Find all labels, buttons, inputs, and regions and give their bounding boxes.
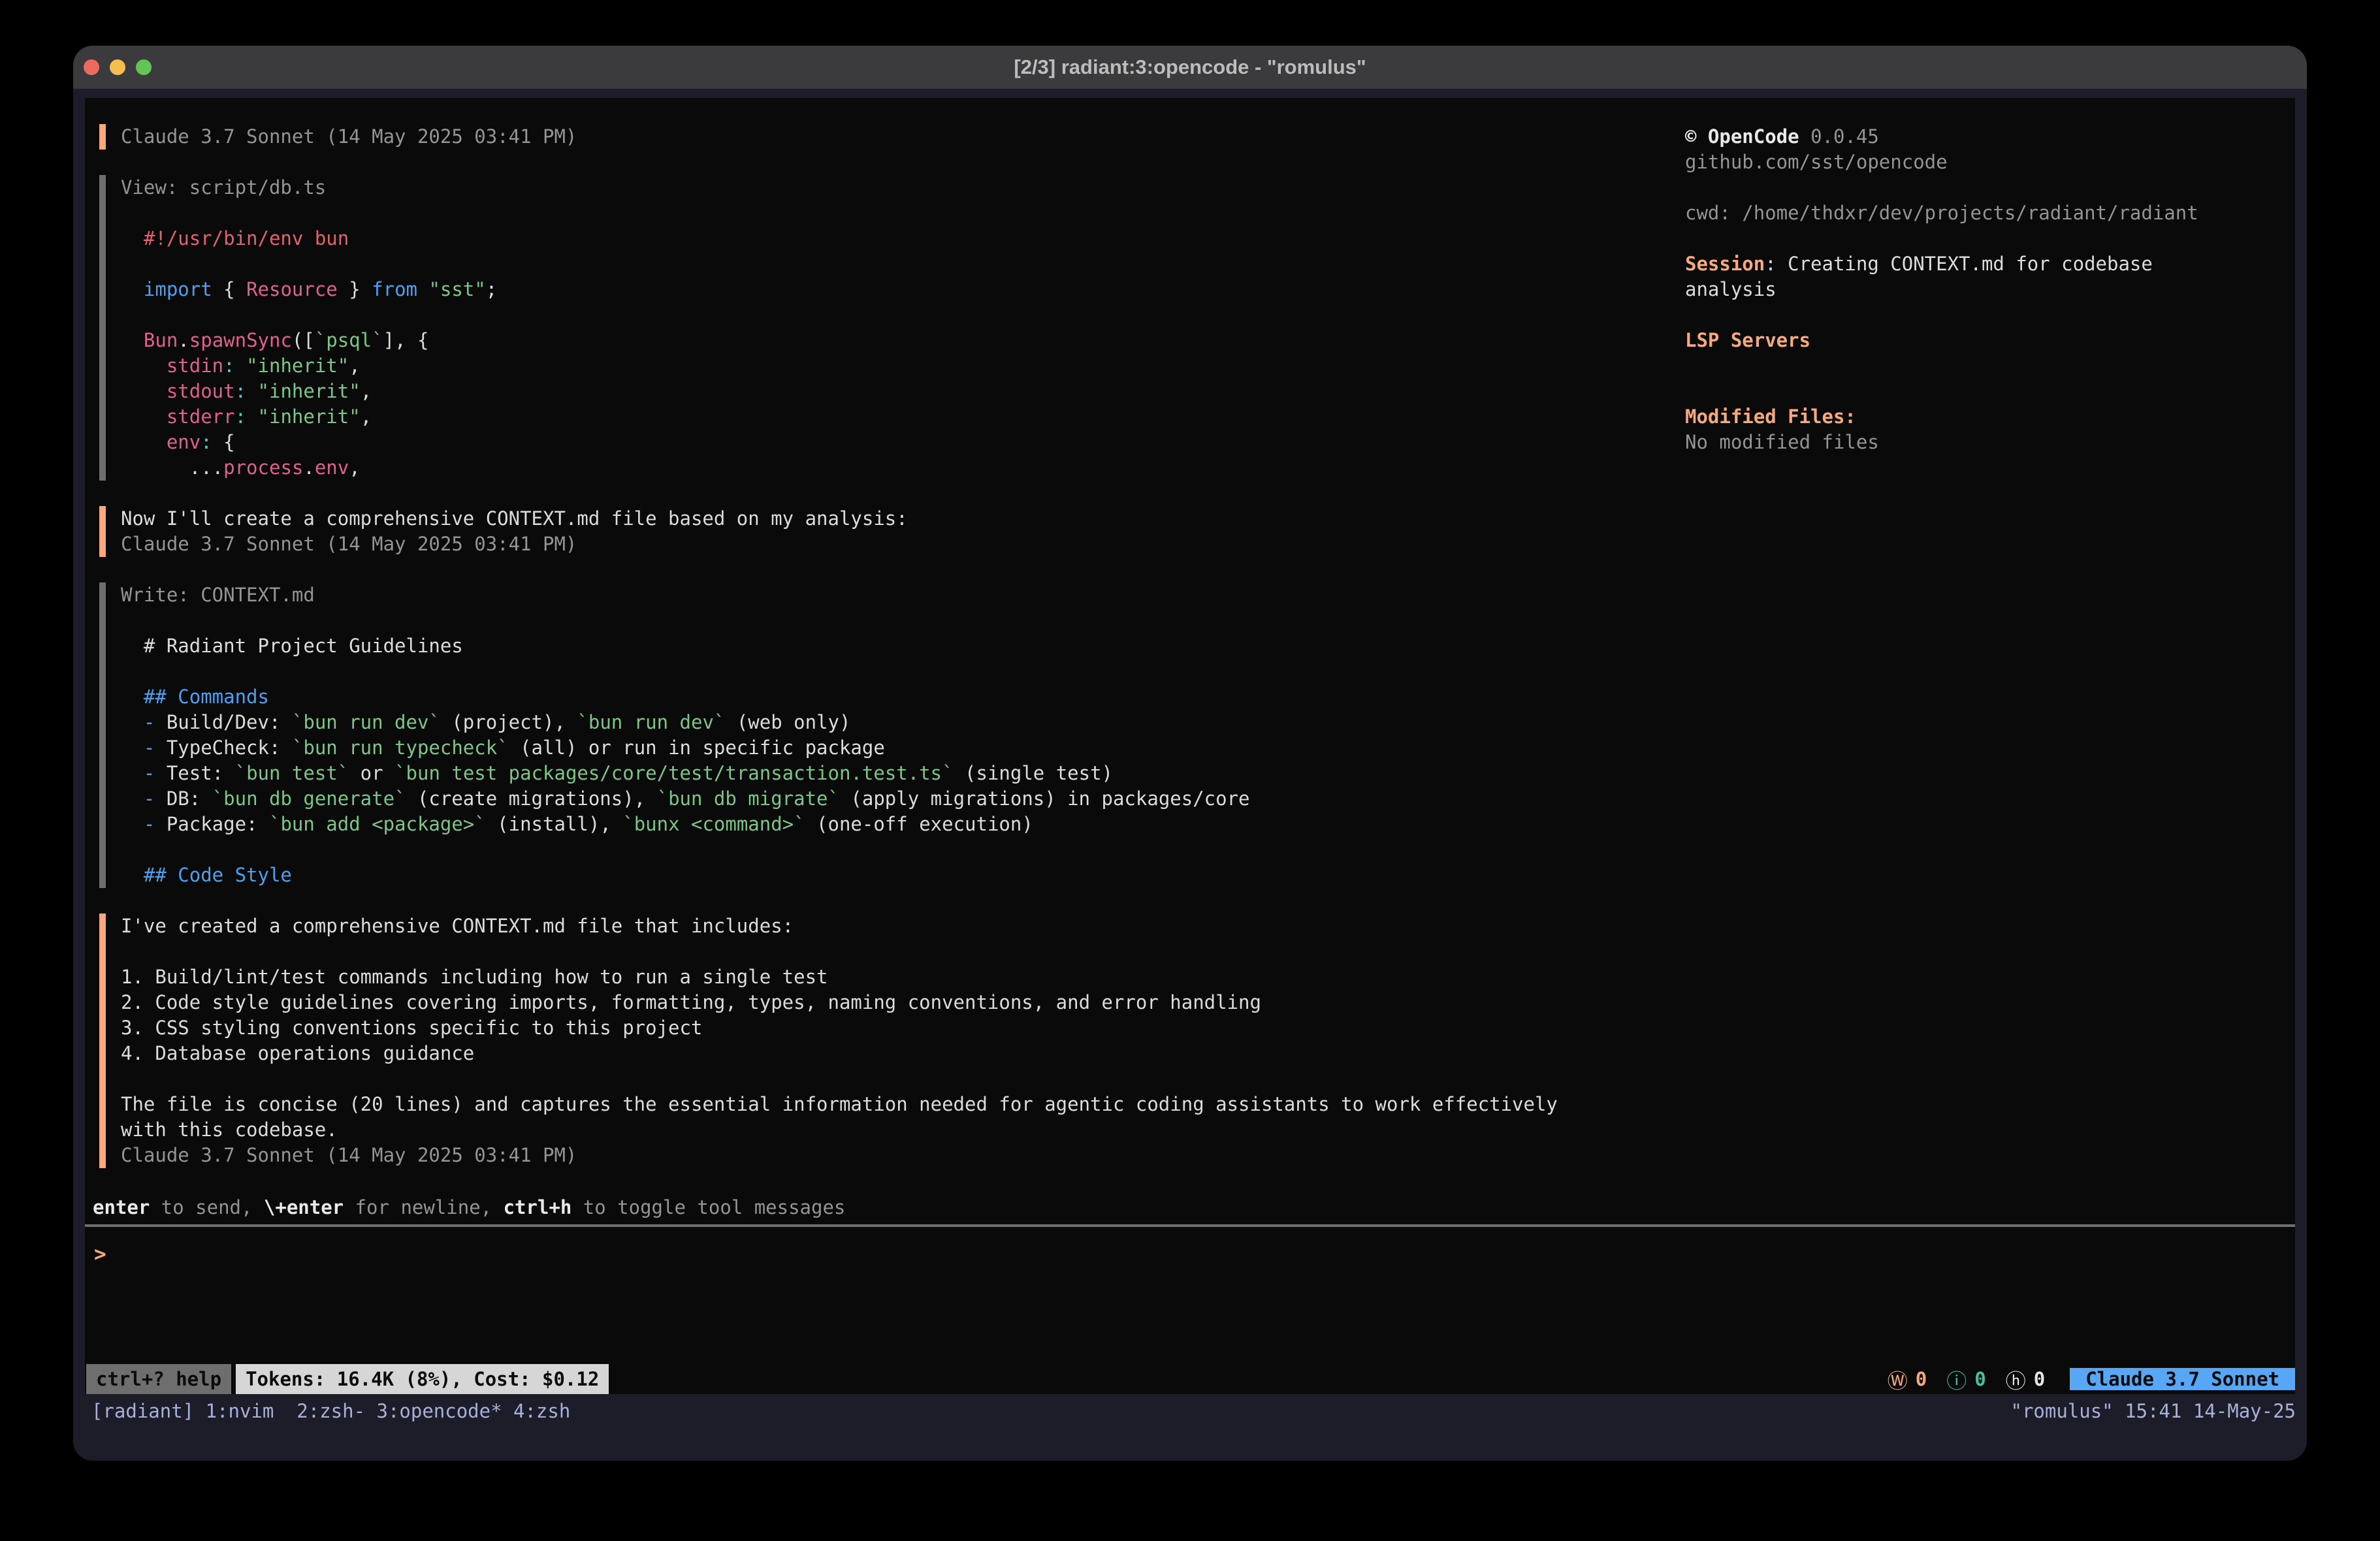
terminal-line: 4. Database operations guidance xyxy=(121,1041,1672,1066)
terminal-line: - Build/Dev: `bun run dev` (project), `b… xyxy=(121,710,1672,735)
terminal-line: LSP Servers xyxy=(1685,328,2273,353)
hints-count: 0 xyxy=(2034,1368,2045,1390)
terminal-line: analysis xyxy=(1685,277,2273,302)
terminal-line: env: { xyxy=(121,430,1672,455)
diagnostic-warnings: Ⓦ0 xyxy=(1888,1365,1927,1394)
terminal-line: - Package: `bun add <package>` (install)… xyxy=(121,812,1672,837)
message-input[interactable]: > xyxy=(94,1239,106,1269)
terminal-line: stdout: "inherit", xyxy=(121,379,1672,404)
close-button[interactable] xyxy=(84,59,99,75)
terminal-line: View: script/db.ts xyxy=(121,175,1672,200)
terminal-line xyxy=(121,608,1672,633)
terminal-line: import { Resource } from "sst"; xyxy=(121,277,1672,302)
terminal-line: Claude 3.7 Sonnet (14 May 2025 03:41 PM) xyxy=(121,124,1672,150)
terminal-line xyxy=(121,939,1672,964)
minimize-button[interactable] xyxy=(110,59,125,75)
prompt-icon: > xyxy=(94,1243,106,1266)
terminal-line: stderr: "inherit", xyxy=(121,404,1672,430)
sidebar: © OpenCode 0.0.45github.com/sst/opencode… xyxy=(1685,124,2273,455)
terminal-line xyxy=(121,1066,1672,1092)
terminal-line: # Radiant Project Guidelines xyxy=(121,633,1672,659)
terminal-line: - TypeCheck: `bun run typecheck` (all) o… xyxy=(121,735,1672,761)
model-badge: Claude 3.7 Sonnet xyxy=(2070,1368,2295,1390)
terminal-line xyxy=(1685,175,2273,200)
terminal-line: - DB: `bun db generate` (create migratio… xyxy=(121,786,1672,812)
help-hint-badge: ctrl+? help xyxy=(86,1364,231,1394)
terminal-line xyxy=(1685,226,2273,251)
status-bar: ctrl+? help Tokens: 16.4K (8%), Cost: $0… xyxy=(85,1364,2295,1394)
info-icon: ⓘ xyxy=(1946,1365,1967,1394)
terminal-line: Write: CONTEXT.md xyxy=(121,582,1672,608)
terminal-line: ...process.env, xyxy=(121,455,1672,481)
terminal-line: Modified Files: xyxy=(1685,404,2273,430)
terminal-line: ## Code Style xyxy=(121,863,1672,888)
terminal-line xyxy=(1685,353,2273,379)
terminal-content: Claude 3.7 Sonnet (14 May 2025 03:41 PM)… xyxy=(85,98,2295,1394)
terminal-window: [2/3] radiant:3:opencode - "romulus" Cla… xyxy=(73,46,2307,1461)
warnings-count: 0 xyxy=(1916,1368,1927,1390)
diagnostic-info: ⓘ0 xyxy=(1946,1365,1986,1394)
terminal-line: The file is concise (20 lines) and captu… xyxy=(121,1092,1672,1117)
terminal-line: Session: Creating CONTEXT.md for codebas… xyxy=(1685,251,2273,277)
terminal-line: github.com/sst/opencode xyxy=(1685,150,2273,175)
chat-log: Claude 3.7 Sonnet (14 May 2025 03:41 PM)… xyxy=(85,124,1672,1194)
terminal-line: © OpenCode 0.0.45 xyxy=(1685,124,2273,150)
terminal-line: with this codebase. xyxy=(121,1117,1672,1143)
tmux-host-time: "romulus" 15:41 14-May-25 xyxy=(2011,1397,2296,1425)
terminal-line: cwd: /home/thdxr/dev/projects/radiant/ra… xyxy=(1685,200,2273,226)
info-count: 0 xyxy=(1974,1368,1986,1390)
terminal-line: Bun.spawnSync([`psql`], { xyxy=(121,328,1672,353)
terminal-line: - Test: `bun test` or `bun test packages… xyxy=(121,761,1672,786)
terminal-line xyxy=(1685,379,2273,404)
terminal-line: I've created a comprehensive CONTEXT.md … xyxy=(121,913,1672,939)
terminal-line xyxy=(121,200,1672,226)
window-title: [2/3] radiant:3:opencode - "romulus" xyxy=(1014,56,1366,79)
message-block: View: script/db.ts #!/usr/bin/env bun im… xyxy=(99,175,1672,481)
tmux-status-bar: [radiant] 1:nvim 2:zsh- 3:opencode* 4:zs… xyxy=(73,1394,2307,1461)
traffic-lights xyxy=(84,46,152,89)
diagnostics: Ⓦ0ⓘ0ⓗ0 xyxy=(1888,1365,2045,1394)
message-block: Write: CONTEXT.md # Radiant Project Guid… xyxy=(99,582,1672,888)
token-usage-badge: Tokens: 16.4K (8%), Cost: $0.12 xyxy=(236,1364,609,1394)
sidebar-lines: © OpenCode 0.0.45github.com/sst/opencode… xyxy=(1685,124,2273,455)
terminal-line: 1. Build/lint/test commands including ho… xyxy=(121,964,1672,990)
terminal-line xyxy=(121,302,1672,328)
terminal-line xyxy=(1685,302,2273,328)
terminal-line: ## Commands xyxy=(121,684,1672,710)
terminal-line: Claude 3.7 Sonnet (14 May 2025 03:41 PM) xyxy=(121,532,1672,557)
warnings-icon: Ⓦ xyxy=(1888,1365,1908,1394)
title-bar: [2/3] radiant:3:opencode - "romulus" xyxy=(73,46,2307,89)
diagnostic-hints: ⓗ0 xyxy=(2006,1365,2045,1394)
terminal-line: stdin: "inherit", xyxy=(121,353,1672,379)
message-block: Claude 3.7 Sonnet (14 May 2025 03:41 PM) xyxy=(99,124,1672,150)
terminal-line: Now I'll create a comprehensive CONTEXT.… xyxy=(121,506,1672,532)
help-bar: enter to send, \+enter for newline, ctrl… xyxy=(93,1195,845,1220)
terminal-line xyxy=(121,251,1672,277)
terminal-line: 3. CSS styling conventions specific to t… xyxy=(121,1015,1672,1041)
terminal-line: No modified files xyxy=(1685,430,2273,455)
hints-icon: ⓗ xyxy=(2006,1365,2026,1394)
tmux-session-windows[interactable]: [radiant] 1:nvim 2:zsh- 3:opencode* 4:zs… xyxy=(91,1397,570,1425)
terminal-line: Claude 3.7 Sonnet (14 May 2025 03:41 PM) xyxy=(121,1143,1672,1168)
message-block: I've created a comprehensive CONTEXT.md … xyxy=(99,913,1672,1168)
zoom-button[interactable] xyxy=(136,59,152,75)
terminal-line xyxy=(121,837,1672,863)
terminal-line: 2. Code style guidelines covering import… xyxy=(121,990,1672,1015)
terminal-line xyxy=(121,659,1672,684)
terminal-line: #!/usr/bin/env bun xyxy=(121,226,1672,251)
status-bar-right: Ⓦ0ⓘ0ⓗ0 Claude 3.7 Sonnet xyxy=(1888,1364,2295,1394)
input-separator xyxy=(85,1224,2295,1227)
message-block: Now I'll create a comprehensive CONTEXT.… xyxy=(99,506,1672,557)
